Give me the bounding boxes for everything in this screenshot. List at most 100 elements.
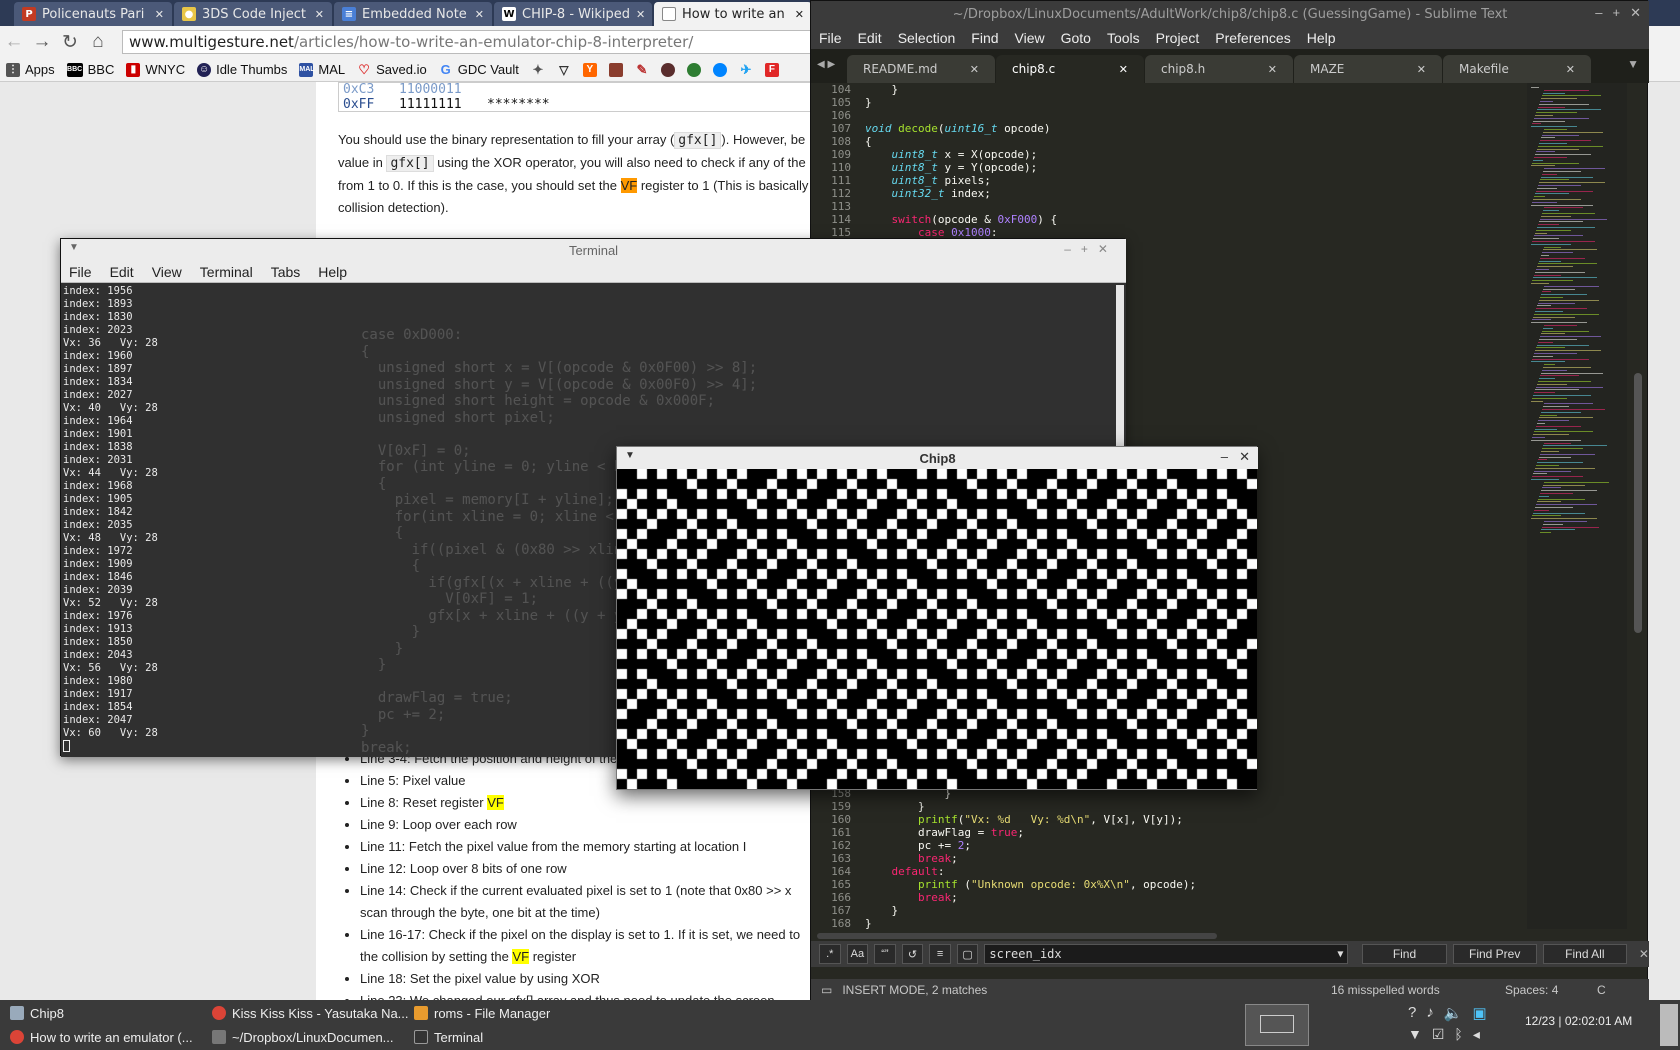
- close-icon[interactable]: ✕: [970, 63, 979, 76]
- menu-item-selection[interactable]: Selection: [898, 30, 956, 46]
- menu-item-help[interactable]: Help: [1307, 30, 1336, 46]
- taskbar-item[interactable]: Kiss Kiss Kiss - Yasutaka Na...: [212, 1002, 409, 1024]
- reload-icon[interactable]: ↻: [56, 28, 84, 56]
- whole-word-toggle-icon[interactable]: “”: [874, 944, 896, 964]
- close-icon[interactable]: ✕: [630, 8, 645, 21]
- editor-tab[interactable]: MAZE ✕: [1294, 55, 1442, 83]
- tab-overflow-icon[interactable]: ▼: [1627, 57, 1639, 71]
- taskbar-item[interactable]: ~/Dropbox/LinuxDocumen...: [212, 1026, 394, 1048]
- window-controls[interactable]: –+✕: [1064, 242, 1118, 256]
- close-icon[interactable]: ✕: [309, 8, 324, 21]
- menu-item-view[interactable]: View: [152, 264, 182, 280]
- bookmark-icon-4[interactable]: [608, 62, 623, 77]
- find-input[interactable]: screen_idx ▼: [984, 944, 1349, 964]
- bookmark-icon-10[interactable]: F: [764, 62, 779, 77]
- status-syntax[interactable]: C: [1597, 983, 1606, 997]
- bookmark-icon-7[interactable]: [686, 62, 701, 77]
- horizontal-scrollbar[interactable]: [817, 933, 1217, 939]
- editor-tab[interactable]: chip8.c ✕: [996, 55, 1144, 83]
- taskbar-item[interactable]: Chip8: [10, 1002, 64, 1024]
- menu-item-edit[interactable]: Edit: [858, 30, 882, 46]
- menu-item-project[interactable]: Project: [1156, 30, 1200, 46]
- bookmark-icon-3[interactable]: Y: [582, 62, 597, 77]
- back-icon[interactable]: ←: [0, 28, 28, 56]
- bluetooth-icon[interactable]: ᛒ: [1454, 1026, 1462, 1043]
- chevron-down-icon[interactable]: ▼: [1337, 949, 1343, 960]
- volume-icon[interactable]: 🔈: [1444, 1004, 1463, 1022]
- browser-tab-active[interactable]: How to write an ✕: [654, 2, 812, 26]
- bookmark-saved-io[interactable]: ♡ Saved.io: [357, 62, 426, 77]
- bookmark-idle-thumbs[interactable]: ☺ Idle Thumbs: [197, 62, 287, 77]
- menu-item-file[interactable]: File: [69, 264, 92, 280]
- clock[interactable]: 12/23 | 02:02:01 AM: [1525, 1014, 1632, 1028]
- browser-tab[interactable]: ≡ Embedded Note ✕: [334, 2, 492, 26]
- home-icon[interactable]: ⌂: [84, 28, 112, 56]
- menu-item-tools[interactable]: Tools: [1107, 30, 1140, 46]
- case-toggle-icon[interactable]: Aa: [846, 944, 869, 964]
- window-menu-icon[interactable]: ▼: [69, 242, 79, 253]
- bookmark-bbc[interactable]: BBC BBC: [66, 62, 114, 77]
- tab-scroll-arrows-icon[interactable]: ◀ ▶: [817, 59, 835, 70]
- bookmark-gdc-vault[interactable]: G GDC Vault: [439, 62, 519, 77]
- menu-item-tabs[interactable]: Tabs: [271, 264, 301, 280]
- browser-tab[interactable]: ● 3DS Code Inject ✕: [174, 2, 332, 26]
- taskbar-item[interactable]: Terminal: [414, 1026, 483, 1048]
- clipboard-icon[interactable]: ☑: [1432, 1026, 1445, 1043]
- close-icon[interactable]: ✕: [149, 8, 164, 21]
- minimize-icon[interactable]: –: [1595, 5, 1602, 21]
- close-icon[interactable]: ✕: [1566, 63, 1575, 76]
- bookmark-icon-9[interactable]: ✈: [739, 62, 753, 77]
- browser-tab[interactable]: P Policenauts Pari ✕: [14, 2, 172, 26]
- editor-tab[interactable]: chip8.h ✕: [1145, 55, 1293, 83]
- status-indentation[interactable]: Spaces: 4: [1505, 983, 1558, 997]
- bookmark-apps[interactable]: ⋮ Apps: [6, 62, 55, 77]
- bookmark-icon-6[interactable]: [660, 62, 675, 77]
- close-icon[interactable]: ✕: [1417, 63, 1426, 76]
- close-icon[interactable]: ✕: [1239, 449, 1250, 465]
- close-icon[interactable]: ✕: [1268, 63, 1277, 76]
- messenger-tray-icon[interactable]: ▣: [1473, 1004, 1487, 1022]
- bookmark-icon-1[interactable]: ✦: [531, 62, 545, 77]
- chevron-left-icon[interactable]: ◂: [1473, 1026, 1480, 1043]
- scrollbar-thumb[interactable]: [1634, 373, 1642, 633]
- bookmark-icon-8[interactable]: [712, 62, 727, 77]
- highlight-toggle-icon[interactable]: ▢: [956, 944, 979, 964]
- terminal-scrollbar[interactable]: [1116, 285, 1124, 450]
- wifi-icon[interactable]: ▼: [1408, 1026, 1422, 1043]
- menu-item-edit[interactable]: Edit: [110, 264, 134, 280]
- find-prev-button[interactable]: Find Prev: [1452, 944, 1537, 964]
- editor-tab[interactable]: README.md ✕: [847, 55, 995, 83]
- wrap-toggle-icon[interactable]: ↺: [901, 944, 924, 964]
- maximize-icon[interactable]: +: [1613, 5, 1621, 21]
- in-selection-toggle-icon[interactable]: ≡: [929, 944, 951, 964]
- code-area-bottom[interactable]: } } printf("Vx: %d Vy: %d\n", V[x], V[y]…: [865, 787, 1525, 930]
- editor-scrollbar[interactable]: [1629, 83, 1647, 929]
- menu-item-terminal[interactable]: Terminal: [200, 264, 253, 280]
- help-icon[interactable]: ?: [1408, 1004, 1416, 1022]
- menu-item-file[interactable]: File: [819, 30, 842, 46]
- close-icon[interactable]: ✕: [1119, 63, 1128, 76]
- menu-item-goto[interactable]: Goto: [1061, 30, 1091, 46]
- bookmark-mal[interactable]: MAL MAL: [299, 62, 345, 77]
- status-spelling[interactable]: 16 misspelled words: [1331, 983, 1440, 997]
- menu-item-preferences[interactable]: Preferences: [1215, 30, 1290, 46]
- close-icon[interactable]: ✕: [1630, 5, 1641, 21]
- regex-toggle-icon[interactable]: .*: [819, 944, 841, 964]
- minimize-icon[interactable]: –: [1221, 449, 1228, 464]
- bookmark-icon-5[interactable]: ✎: [635, 62, 649, 77]
- menu-item-find[interactable]: Find: [971, 30, 998, 46]
- bookmark-icon-2[interactable]: ▽: [557, 63, 571, 77]
- taskbar-item[interactable]: roms - File Manager: [414, 1002, 550, 1024]
- close-icon[interactable]: ✕: [1639, 947, 1649, 961]
- minimap[interactable]: [1527, 83, 1627, 929]
- close-icon[interactable]: ✕: [789, 8, 804, 21]
- menu-item-view[interactable]: View: [1015, 30, 1045, 46]
- panel-toggle-icon[interactable]: ▭: [821, 983, 832, 997]
- chip8-display[interactable]: [617, 469, 1257, 789]
- taskbar-item[interactable]: How to write an emulator (...: [10, 1026, 193, 1048]
- close-icon[interactable]: ✕: [469, 8, 484, 21]
- find-button[interactable]: Find: [1362, 944, 1447, 964]
- window-menu-icon[interactable]: ▼: [625, 450, 635, 461]
- forward-icon[interactable]: →: [28, 28, 56, 56]
- notification-bell-icon[interactable]: ♪: [1426, 1004, 1434, 1022]
